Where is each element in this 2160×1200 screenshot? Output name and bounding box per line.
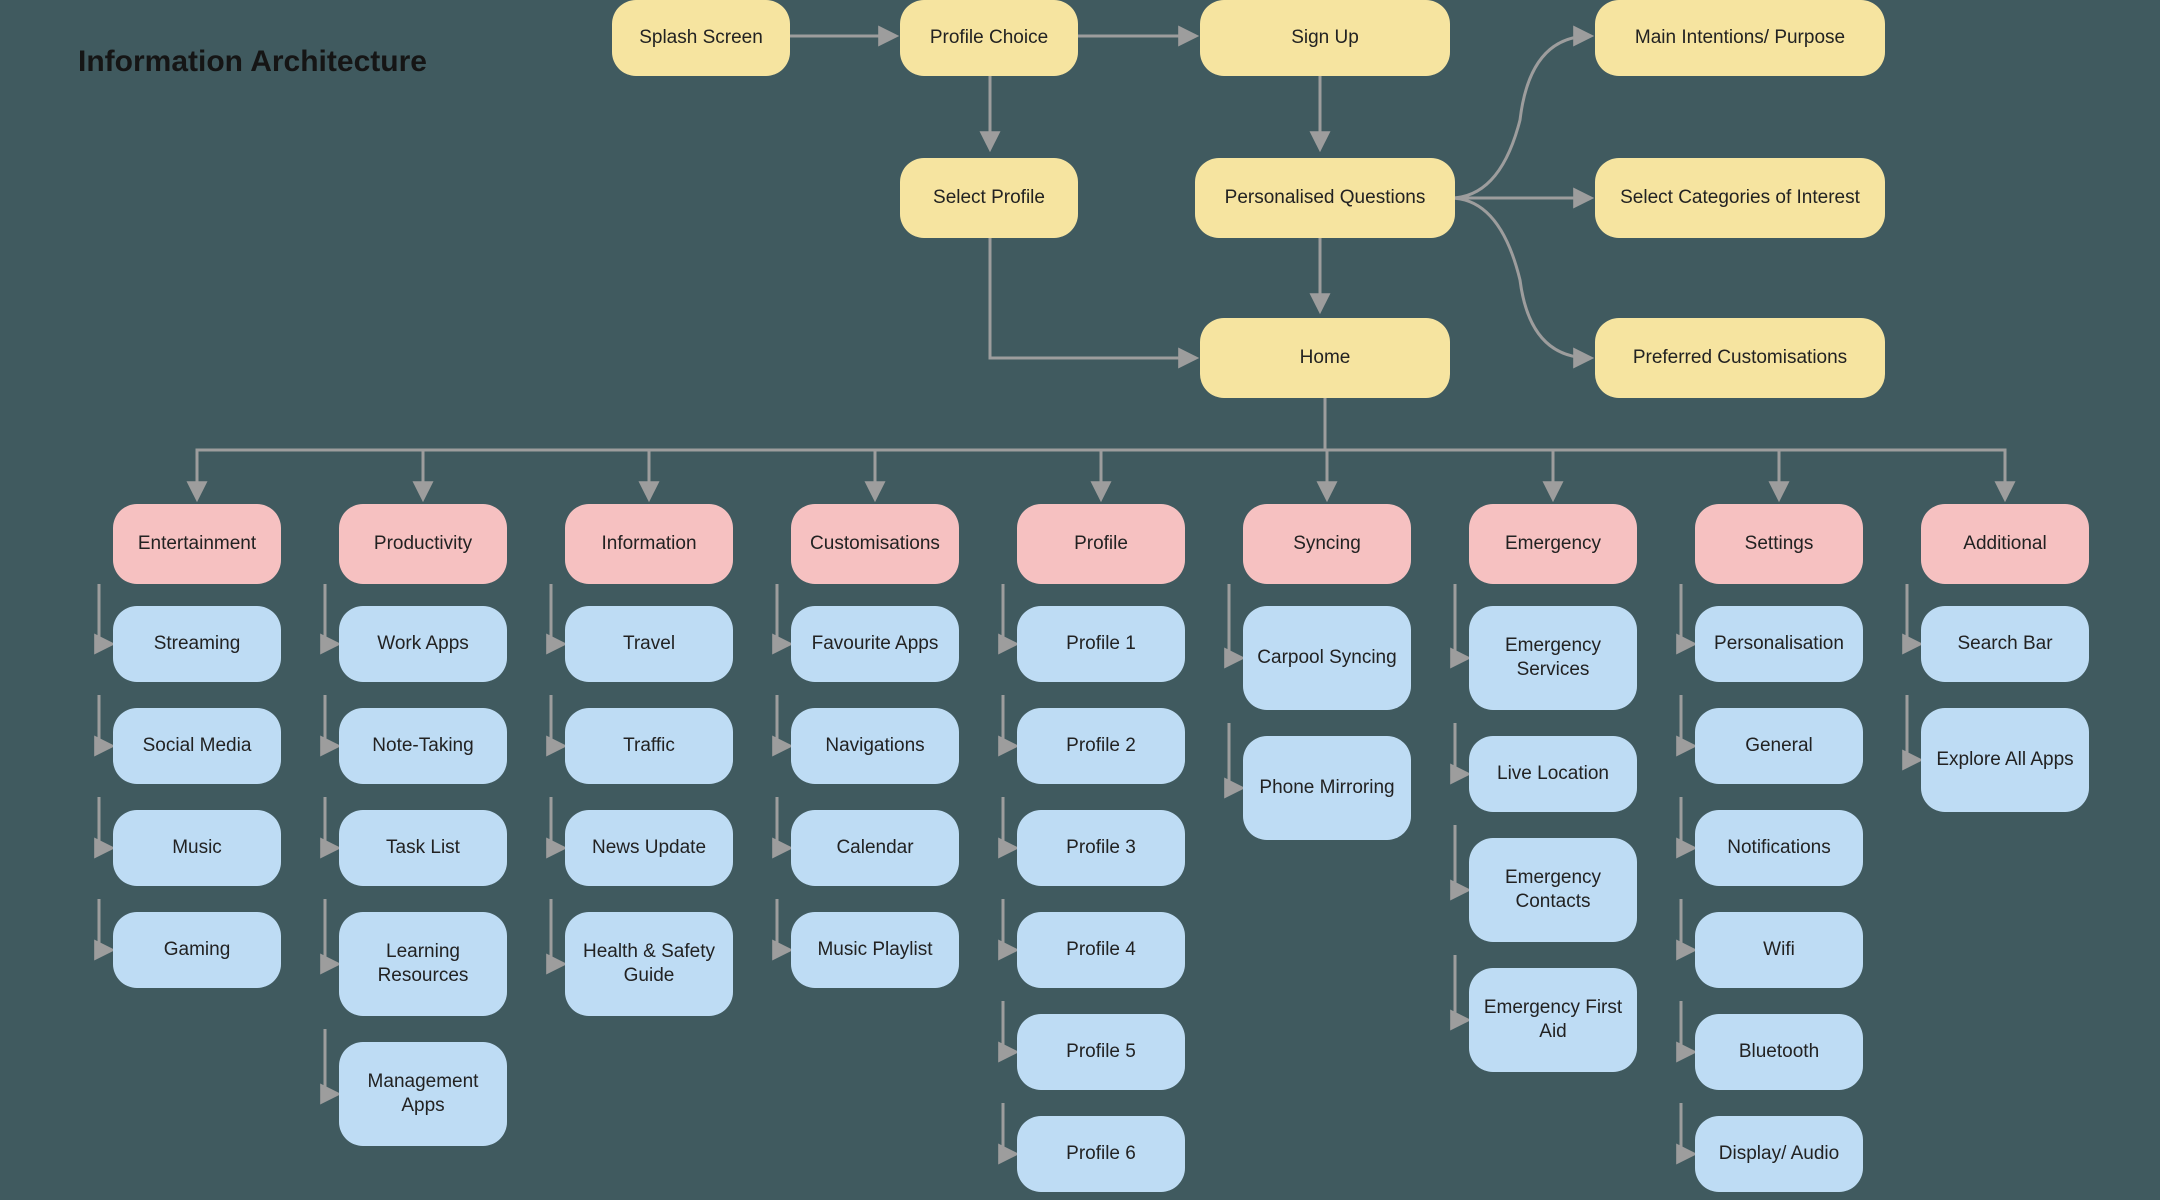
item-display-audio: Display/ Audio [1695,1116,1863,1192]
item-task-list: Task List [339,810,507,886]
item-phone-mirroring: Phone Mirroring [1243,736,1411,840]
item-social-media: Social Media [113,708,281,784]
item-profile-3: Profile 3 [1017,810,1185,886]
item-general: General [1695,708,1863,784]
category-profile: Profile [1017,504,1185,584]
page-title: Information Architecture [78,45,427,79]
item-profile-4: Profile 4 [1017,912,1185,988]
item-carpool-syncing: Carpool Syncing [1243,606,1411,710]
item-calendar: Calendar [791,810,959,886]
item-news-update: News Update [565,810,733,886]
item-health-safety-guide: Health & Safety Guide [565,912,733,1016]
node-home: Home [1200,318,1450,398]
item-gaming: Gaming [113,912,281,988]
node-main-intentions: Main Intentions/ Purpose [1595,0,1885,76]
node-profile-choice: Profile Choice [900,0,1078,76]
category-information: Information [565,504,733,584]
node-personalised-questions: Personalised Questions [1195,158,1455,238]
item-bluetooth: Bluetooth [1695,1014,1863,1090]
node-sign-up: Sign Up [1200,0,1450,76]
item-navigations: Navigations [791,708,959,784]
item-profile-5: Profile 5 [1017,1014,1185,1090]
item-streaming: Streaming [113,606,281,682]
item-personalisation: Personalisation [1695,606,1863,682]
item-work-apps: Work Apps [339,606,507,682]
category-syncing: Syncing [1243,504,1411,584]
item-note-taking: Note-Taking [339,708,507,784]
item-notifications: Notifications [1695,810,1863,886]
item-profile-6: Profile 6 [1017,1116,1185,1192]
item-emergency-services: Emergency Services [1469,606,1637,710]
item-travel: Travel [565,606,733,682]
item-profile-1: Profile 1 [1017,606,1185,682]
item-music: Music [113,810,281,886]
item-explore-all-apps: Explore All Apps [1921,708,2089,812]
item-favourite-apps: Favourite Apps [791,606,959,682]
category-customisations: Customisations [791,504,959,584]
item-music-playlist: Music Playlist [791,912,959,988]
item-live-location: Live Location [1469,736,1637,812]
item-traffic: Traffic [565,708,733,784]
category-settings: Settings [1695,504,1863,584]
item-wifi: Wifi [1695,912,1863,988]
node-preferred-customisations: Preferred Customisations [1595,318,1885,398]
item-emergency-contacts: Emergency Contacts [1469,838,1637,942]
category-emergency: Emergency [1469,504,1637,584]
item-emergency-first-aid: Emergency First Aid [1469,968,1637,1072]
item-profile-2: Profile 2 [1017,708,1185,784]
node-select-profile: Select Profile [900,158,1078,238]
item-search-bar: Search Bar [1921,606,2089,682]
item-learning-resources: Learning Resources [339,912,507,1016]
node-select-categories: Select Categories of Interest [1595,158,1885,238]
category-productivity: Productivity [339,504,507,584]
category-entertainment: Entertainment [113,504,281,584]
item-management-apps: Management Apps [339,1042,507,1146]
category-additional: Additional [1921,504,2089,584]
node-splash-screen: Splash Screen [612,0,790,76]
